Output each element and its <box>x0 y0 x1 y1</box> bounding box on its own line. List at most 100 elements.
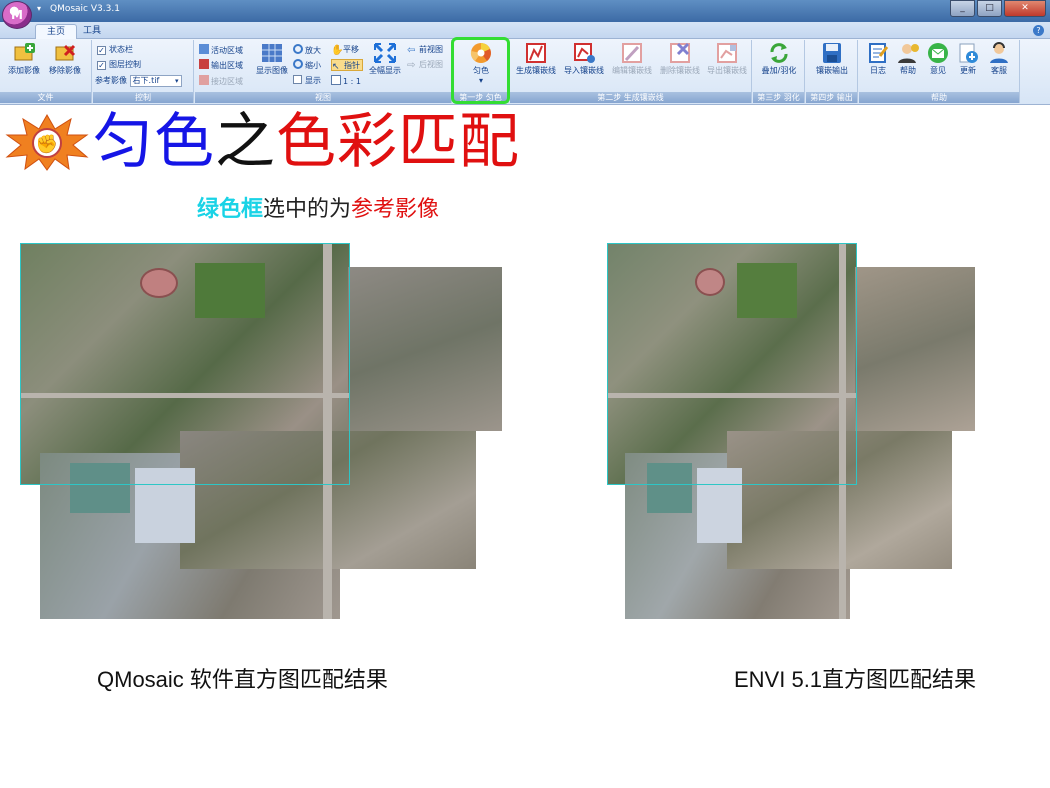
output-area-icon <box>199 59 209 69</box>
group-help-label: 帮助 <box>859 92 1019 103</box>
window-controls: _ □ ✕ <box>950 0 1046 17</box>
next-view-button[interactable]: ⇨ 后视图 <box>407 59 443 71</box>
seam-area-toggle[interactable]: 接边区域 <box>199 75 243 87</box>
export-seamline-button[interactable]: 导出镶嵌线 <box>704 42 750 76</box>
help-button[interactable]: 帮助 <box>893 42 923 76</box>
image-grid-icon <box>262 44 282 62</box>
update-document-icon <box>959 43 978 63</box>
update-button[interactable]: 更新 <box>953 42 983 76</box>
show-image-button[interactable]: 显示图像 <box>253 42 291 76</box>
ribbon-tab-bar: 主页 工具 ? <box>0 22 1050 39</box>
feather-button[interactable]: 叠加/羽化 <box>757 42 801 76</box>
customer-service-label: 客服 <box>991 66 1007 75</box>
pointer-icon: ↖ <box>332 62 340 72</box>
ratio-button[interactable]: 1 : 1 <box>331 75 361 87</box>
caption-envi: ENVI 5.1直方图匹配结果 <box>734 667 977 692</box>
checkmark-icon: ✓ <box>97 46 106 55</box>
checkbox-icon <box>293 75 302 84</box>
tab-tools[interactable]: 工具 <box>78 24 106 39</box>
add-image-label: 添加影像 <box>8 66 40 75</box>
full-view-button[interactable]: 全幅显示 <box>367 42 403 76</box>
active-area-toggle[interactable]: 活动区域 <box>199 44 243 56</box>
zoom-out-icon <box>293 59 303 69</box>
edit-seamline-label: 编辑镶嵌线 <box>612 66 652 75</box>
edit-seamline-icon <box>622 43 642 63</box>
mosaic-tile-top-right <box>348 267 502 431</box>
reference-image-frame <box>607 243 857 485</box>
remove-image-icon <box>55 44 76 61</box>
group-step4-label: 第四步 输出 <box>806 92 857 103</box>
zoom-in-button[interactable]: 放大 <box>293 44 321 56</box>
active-area-label: 活动区域 <box>211 46 243 55</box>
maximize-button[interactable]: □ <box>977 0 1002 17</box>
show-label: 显示 <box>305 76 321 85</box>
qmosaic-result-image <box>20 243 502 619</box>
title-bar: ▾ QMosaic V3.3.1 _ □ ✕ <box>0 0 1050 22</box>
group-view-label: 视图 <box>195 92 451 103</box>
reference-image-frame <box>20 243 350 485</box>
customer-service-button[interactable]: 客服 <box>983 42 1015 76</box>
import-seamline-icon <box>574 43 595 63</box>
group-step3-label: 第三步 羽化 <box>753 92 804 103</box>
hand-icon: ✋ <box>331 45 344 56</box>
active-area-icon <box>199 44 209 54</box>
reference-image-combo[interactable]: 右下.tif ▾ <box>129 75 182 87</box>
group-control: ✓ 状态栏 ✓ 图层控制 参考影像 右下.tif ▾ 控制 <box>93 40 194 103</box>
feedback-button[interactable]: 意见 <box>923 42 953 76</box>
zoom-out-label: 缩小 <box>305 61 321 70</box>
seam-area-icon <box>199 75 209 85</box>
generate-seamline-button[interactable]: 生成镶嵌线 <box>512 42 560 76</box>
zoom-in-icon <box>293 44 303 54</box>
show-checkbox[interactable]: 显示 <box>293 75 321 87</box>
zoom-out-button[interactable]: 缩小 <box>293 59 321 71</box>
app-logo-button[interactable]: M <box>2 1 32 29</box>
group-view: 活动区域 输出区域 接边区域 显示图像 放大 缩小 显示 ✋平移 ↖ 指针 1 … <box>195 40 452 103</box>
import-seamline-label: 导入镶嵌线 <box>564 66 604 75</box>
quick-access-dropdown[interactable]: ▾ <box>37 4 41 13</box>
delete-seamline-button[interactable]: 删除镶嵌线 <box>656 42 704 76</box>
output-area-toggle[interactable]: 输出区域 <box>199 59 243 71</box>
tab-home[interactable]: 主页 <box>35 24 77 39</box>
pan-button[interactable]: ✋平移 <box>331 44 359 56</box>
ratio-icon <box>331 75 341 85</box>
remove-image-button[interactable]: 移除影像 <box>45 42 85 76</box>
add-image-icon <box>14 43 35 61</box>
group-control-label: 控制 <box>93 92 193 103</box>
reference-image-label: 参考影像 <box>95 76 127 85</box>
help-label: 帮助 <box>900 66 916 75</box>
generate-seamline-label: 生成镶嵌线 <box>516 66 556 75</box>
window-title: QMosaic V3.3.1 <box>50 4 120 14</box>
close-button[interactable]: ✕ <box>1004 0 1046 17</box>
feather-label: 叠加/羽化 <box>761 66 797 75</box>
next-view-label: 后视图 <box>419 60 443 69</box>
full-extent-icon <box>373 42 397 64</box>
arrow-left-icon: ⇦ <box>407 45 416 56</box>
title-part-red: 色彩匹配 <box>276 107 520 177</box>
log-button[interactable]: 日志 <box>863 42 893 76</box>
help-person-icon <box>898 44 919 63</box>
group-step4: 镶嵌输出 第四步 输出 <box>806 40 858 103</box>
zoom-in-label: 放大 <box>305 46 321 55</box>
slide-subtitle: 绿色框选中的为参考影像 <box>197 194 439 225</box>
edit-seamline-button[interactable]: 编辑镶嵌线 <box>608 42 656 76</box>
prev-view-button[interactable]: ⇦ 前视图 <box>407 44 443 56</box>
remove-image-label: 移除影像 <box>49 66 81 75</box>
import-seamline-button[interactable]: 导入镶嵌线 <box>560 42 608 76</box>
pointer-button[interactable]: ↖ 指针 <box>331 59 363 72</box>
fist-glyph: ✊ <box>36 134 58 155</box>
fist-burst-icon: ✊ <box>5 113 89 171</box>
add-image-button[interactable]: 添加影像 <box>4 42 44 76</box>
minimize-button[interactable]: _ <box>950 0 975 17</box>
layer-control-checkbox[interactable]: ✓ 图层控制 <box>97 59 141 71</box>
group-step3: 叠加/羽化 第三步 羽化 <box>753 40 805 103</box>
export-seamline-icon <box>717 43 737 63</box>
log-label: 日志 <box>870 66 886 75</box>
subtitle-selected: 选中的为 <box>263 197 352 222</box>
chevron-down-icon: ▾ <box>175 77 179 85</box>
mosaic-output-button[interactable]: 镶嵌输出 <box>810 42 854 76</box>
help-question-icon[interactable]: ? <box>1033 25 1044 36</box>
group-help: 日志 帮助 意见 更新 客服 帮助 <box>859 40 1020 103</box>
update-label: 更新 <box>960 66 976 75</box>
status-bar-checkbox[interactable]: ✓ 状态栏 <box>97 44 133 56</box>
step1-highlight-frame <box>451 37 510 104</box>
